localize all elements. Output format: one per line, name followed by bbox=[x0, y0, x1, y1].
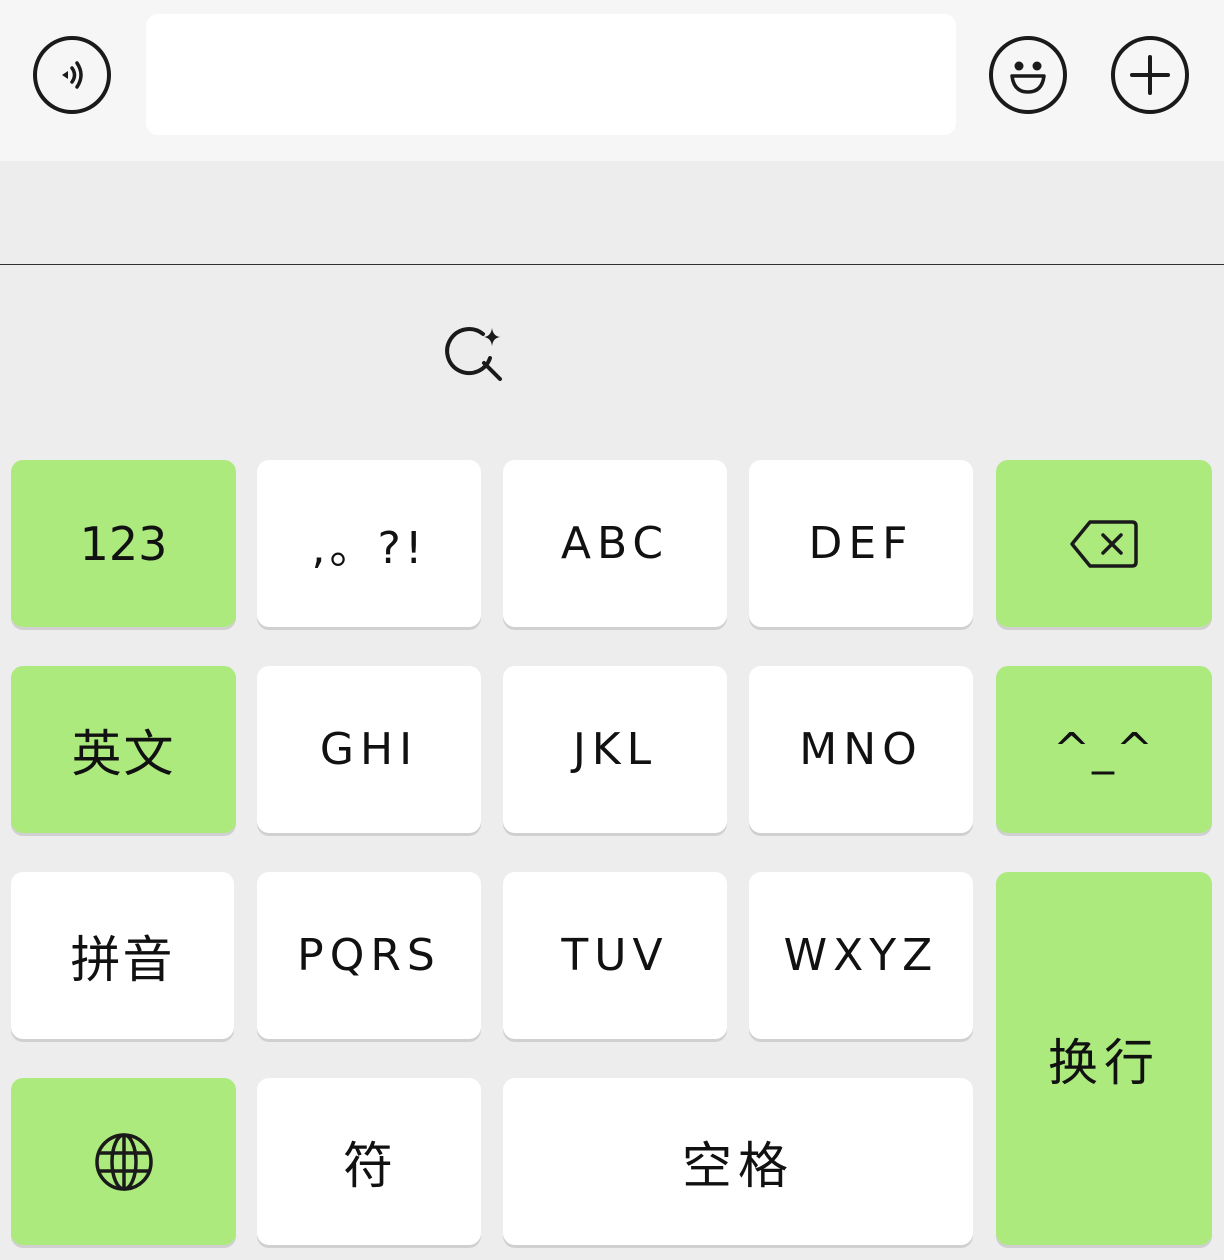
backspace-icon bbox=[1070, 519, 1138, 568]
key-wxyz-label: WXYZ bbox=[783, 930, 939, 981]
pinyin-mode-key[interactable]: 拼音 bbox=[11, 872, 234, 1039]
key-pqrs[interactable]: PQRS bbox=[257, 872, 481, 1039]
symbol-key[interactable]: 符 bbox=[257, 1078, 481, 1245]
space-key[interactable]: 空格 bbox=[503, 1078, 973, 1245]
key-mno-label: MNO bbox=[799, 724, 923, 775]
message-input[interactable] bbox=[146, 14, 956, 135]
key-def-label: DEF bbox=[808, 518, 914, 569]
numeric-mode-key[interactable]: 123 bbox=[11, 460, 236, 627]
key-abc-label: ABC bbox=[560, 518, 670, 569]
emoticon-key[interactable]: ^_^ bbox=[996, 666, 1212, 833]
voice-icon bbox=[62, 61, 83, 89]
key-wxyz[interactable]: WXYZ bbox=[749, 872, 973, 1039]
backspace-key[interactable] bbox=[996, 460, 1212, 627]
add-button[interactable] bbox=[1111, 36, 1189, 114]
english-mode-label: 英文 bbox=[71, 724, 176, 783]
key-ghi[interactable]: GHI bbox=[257, 666, 481, 833]
english-mode-key[interactable]: 英文 bbox=[11, 666, 236, 833]
input-toolbar bbox=[0, 0, 1224, 161]
key-jkl-label: JKL bbox=[572, 724, 658, 775]
key-jkl[interactable]: JKL bbox=[503, 666, 727, 833]
numeric-mode-label: 123 bbox=[79, 516, 168, 571]
newline-label: 换行 bbox=[1048, 1033, 1160, 1092]
key-tuv[interactable]: TUV bbox=[503, 872, 727, 1039]
punctuation-label: ,。?! bbox=[311, 522, 427, 574]
ai-search-button[interactable] bbox=[440, 320, 506, 386]
key-ghi-label: GHI bbox=[319, 724, 419, 775]
sparkle-search-icon bbox=[445, 327, 502, 381]
emoji-icon bbox=[1010, 61, 1046, 94]
globe-icon bbox=[94, 1132, 153, 1191]
voice-button[interactable] bbox=[33, 36, 111, 114]
key-mno[interactable]: MNO bbox=[749, 666, 973, 833]
plus-icon bbox=[1130, 55, 1170, 95]
punctuation-key[interactable]: ,。?! bbox=[257, 460, 481, 627]
newline-key[interactable]: 换行 bbox=[996, 872, 1212, 1245]
key-def[interactable]: DEF bbox=[749, 460, 973, 627]
language-switch-key[interactable] bbox=[11, 1078, 236, 1245]
emoji-button[interactable] bbox=[989, 36, 1067, 114]
emoticon-label: ^_^ bbox=[1053, 724, 1155, 775]
message-area bbox=[0, 161, 1224, 265]
space-label: 空格 bbox=[682, 1136, 794, 1195]
key-tuv-label: TUV bbox=[561, 930, 669, 981]
pinyin-mode-label: 拼音 bbox=[70, 930, 175, 989]
symbol-label: 符 bbox=[343, 1136, 395, 1195]
key-pqrs-label: PQRS bbox=[297, 930, 441, 981]
key-abc[interactable]: ABC bbox=[503, 460, 727, 627]
